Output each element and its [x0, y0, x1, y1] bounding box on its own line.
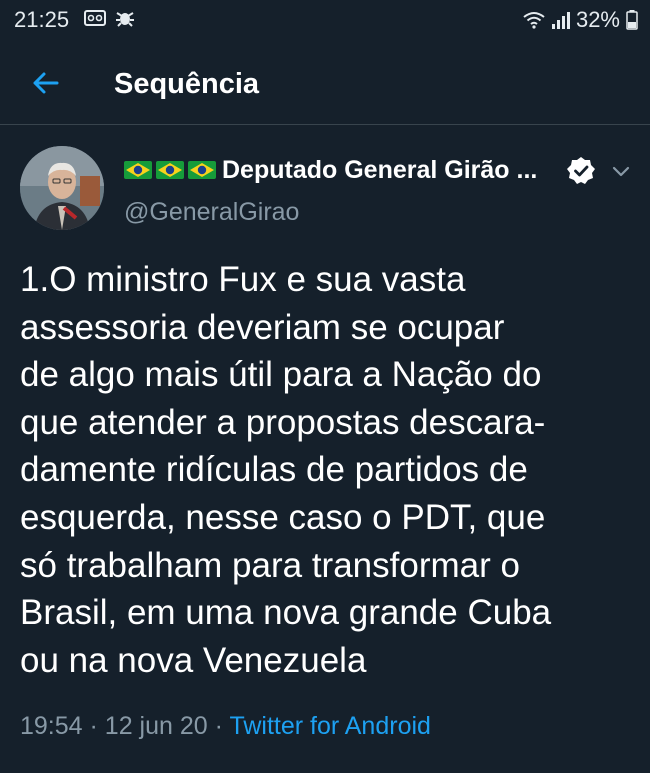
author-row[interactable]: Deputado General Girão ...	[124, 152, 537, 188]
tweet-line: só trabalham para transformar o	[20, 545, 520, 585]
thread-header: Sequência	[0, 44, 650, 125]
tweet-meta: 19:54 · 12 jun 20 · Twitter for Android	[20, 712, 431, 741]
tweet-date: 12 jun 20	[104, 712, 208, 740]
brazil-flag-icon	[188, 161, 216, 179]
arrow-left-icon[interactable]	[30, 68, 60, 98]
meta-separator: ·	[214, 712, 223, 740]
meta-separator: ·	[89, 712, 98, 740]
tweet-line: de algo mais útil para a Nação do	[20, 355, 542, 395]
tweet-line: ou na nova Venezuela	[20, 640, 367, 680]
wifi-icon	[523, 12, 545, 29]
tweet-text: 1.O ministro Fux e sua vasta assessoria …	[20, 256, 640, 684]
page-title: Sequência	[114, 68, 260, 100]
status-time: 21:25	[14, 7, 70, 32]
signal-icon	[551, 12, 570, 29]
tweet-line: Brasil, em uma nova grande Cuba	[20, 593, 552, 633]
tweet-line: damente ridículas de partidos de	[20, 450, 528, 490]
bug-icon	[116, 12, 134, 27]
tweet-line: que atender a propostas descara-	[20, 402, 546, 442]
battery-percentage: 32%	[575, 7, 620, 32]
tweet-line: 1.O ministro Fux e sua vasta	[20, 260, 466, 299]
tweet-source-link[interactable]: Twitter for Android	[229, 712, 430, 740]
brazil-flag-icon	[124, 161, 152, 179]
chevron-down-icon[interactable]	[610, 160, 632, 182]
author-handle[interactable]: @GeneralGirao	[124, 198, 299, 227]
status-bar: 21:25 32%	[0, 0, 650, 40]
tweet-line: assessoria deveriam se ocupar	[20, 307, 505, 347]
brazil-flag-icon	[156, 161, 184, 179]
avatar[interactable]	[20, 146, 104, 230]
status-right: 32%	[522, 7, 638, 33]
author-name: Deputado General Girão ...	[222, 155, 538, 184]
battery-icon	[626, 10, 638, 30]
avatar-image	[20, 146, 104, 230]
tweet-time: 19:54	[20, 712, 83, 740]
tweet-line: esquerda, nesse caso o PDT, que	[20, 497, 546, 537]
verified-badge-icon	[567, 157, 595, 184]
voicemail-icon	[84, 10, 106, 26]
